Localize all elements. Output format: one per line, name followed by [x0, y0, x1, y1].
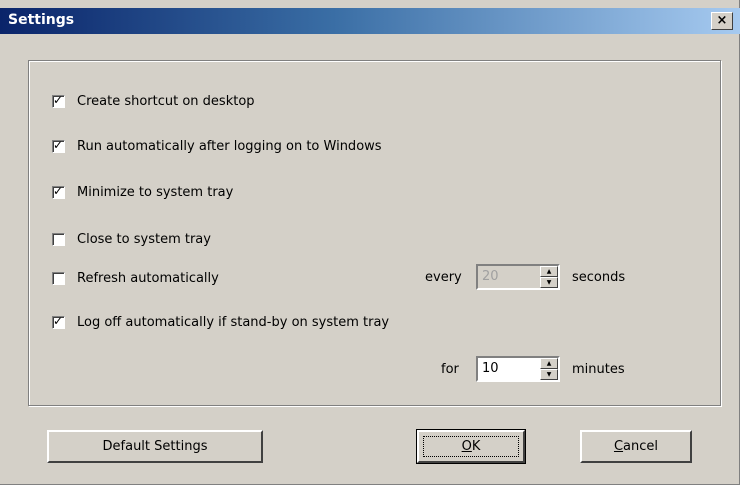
settings-dialog: Settings × ✓ Create shortcut on desktop … [0, 0, 740, 485]
option-log-off-automatically[interactable]: ✓ Log off automatically if stand-by on s… [52, 313, 389, 331]
create-shortcut-label[interactable]: Create shortcut on desktop [77, 94, 255, 109]
cancel-mnemonic: C [613, 439, 624, 454]
run-automatically-label[interactable]: Run automatically after logging on to Wi… [77, 139, 382, 154]
spin-up-arrow-icon[interactable]: ▲ [540, 358, 558, 369]
option-run-automatically[interactable]: ✓ Run automatically after logging on to … [52, 137, 382, 155]
logoff-interval-spinner[interactable]: 10 ▲ ▼ [476, 356, 560, 382]
refresh-interval-value: 20 [482, 269, 499, 284]
check-icon: ✓ [53, 92, 64, 107]
spin-up-arrow-icon: ▲ [540, 266, 558, 277]
logoff-for-label: for [441, 362, 459, 377]
logoff-interval-arrows[interactable]: ▲ ▼ [540, 358, 558, 380]
ok-button[interactable]: OK [416, 429, 526, 464]
focus-rect [423, 436, 519, 457]
refresh-interval-spinner: 20 ▲ ▼ [476, 264, 560, 290]
logoff-interval-value[interactable]: 10 [482, 361, 499, 376]
cancel-label: ancel [623, 439, 659, 454]
log-off-automatically-checkbox[interactable]: ✓ [52, 313, 65, 329]
title-bar[interactable]: Settings × [0, 8, 740, 34]
close-to-tray-checkbox[interactable] [52, 232, 65, 246]
spin-down-arrow-icon: ▼ [540, 277, 558, 288]
log-off-automatically-label[interactable]: Log off automatically if stand-by on sys… [77, 315, 389, 330]
option-create-shortcut[interactable]: ✓ Create shortcut on desktop [52, 92, 255, 110]
minimize-to-tray-checkbox[interactable]: ✓ [52, 183, 65, 199]
refresh-automatically-label[interactable]: Refresh automatically [77, 271, 219, 286]
run-automatically-checkbox[interactable]: ✓ [52, 137, 65, 153]
create-shortcut-checkbox[interactable]: ✓ [52, 92, 65, 108]
option-minimize-to-tray[interactable]: ✓ Minimize to system tray [52, 183, 233, 201]
refresh-automatically-checkbox[interactable] [52, 271, 65, 285]
check-icon: ✓ [53, 137, 64, 152]
window-title: Settings [8, 12, 75, 28]
refresh-every-label: every [425, 270, 462, 285]
default-settings-button[interactable]: Default Settings [47, 430, 263, 463]
close-to-tray-label[interactable]: Close to system tray [77, 232, 211, 247]
cancel-button[interactable]: Cancel [580, 430, 692, 463]
logoff-unit-label: minutes [572, 362, 625, 377]
check-icon: ✓ [53, 313, 64, 328]
refresh-interval-arrows: ▲ ▼ [540, 266, 558, 288]
check-icon: ✓ [53, 183, 64, 198]
option-close-to-tray[interactable]: Close to system tray [52, 230, 211, 248]
close-icon: × [716, 13, 728, 28]
option-refresh-automatically[interactable]: Refresh automatically [52, 269, 219, 287]
close-button[interactable]: × [711, 12, 733, 30]
spin-down-arrow-icon[interactable]: ▼ [540, 369, 558, 380]
refresh-unit-label: seconds [572, 270, 626, 285]
minimize-to-tray-label[interactable]: Minimize to system tray [77, 185, 233, 200]
